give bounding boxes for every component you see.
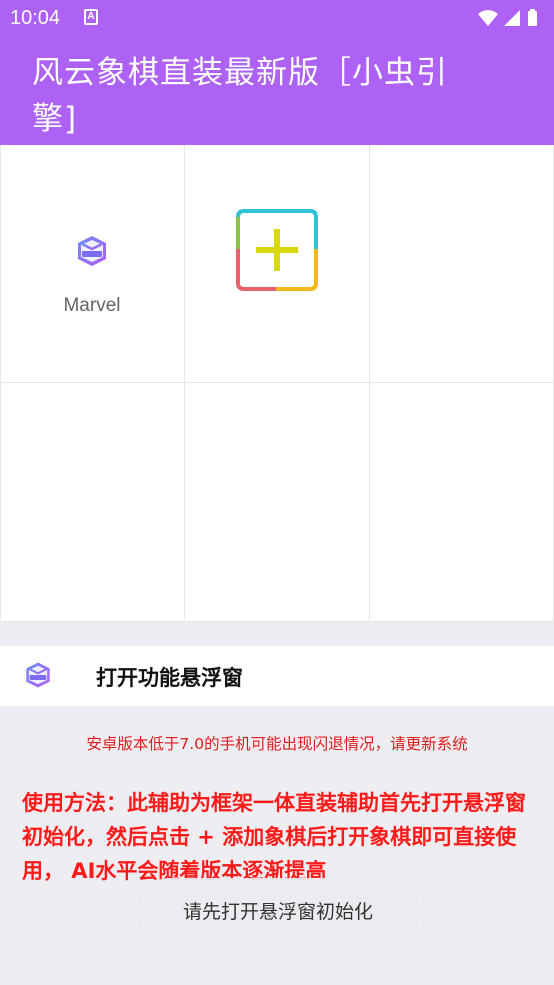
grid-item-empty [370,145,554,383]
grid-item-empty [370,383,554,622]
grid-item-empty [0,383,185,622]
warning-text: 安卓版本低于7.0的手机可能出现闪退情况，请更新系统 [86,735,468,753]
grid-divider [0,145,1,622]
notification-icon: A [84,9,98,25]
signal-icon [504,10,520,26]
wifi-icon [478,10,498,26]
marvel-logo-icon [78,236,106,266]
float-window-label: 打开功能悬浮窗 [96,666,243,690]
status-time: 10:04 [10,7,61,29]
battery-icon [528,11,537,26]
app-bar: 风云象棋直装最新版［小虫引擎] [0,36,554,145]
grid-item-empty [185,383,370,622]
add-icon[interactable] [234,207,320,293]
status-bar: 10:04 A [0,0,554,36]
toast-message: 请先打开悬浮窗初始化 [136,878,420,946]
page-title: 风云象棋直装最新版［小虫引擎] [32,55,448,137]
grid-item-label: Marvel [63,295,121,316]
marvel-logo-icon [26,662,50,688]
usage-text: 使用方法：此辅助为框架一体直装辅助首先打开悬浮窗初始化，然后点击 + 添加象棋后… [22,791,526,883]
status-icons [478,9,537,26]
open-float-window-button[interactable]: 打开功能悬浮窗 [0,646,554,706]
section-gap [0,622,554,646]
grid-item-marvel[interactable]: Marvel [0,145,185,383]
